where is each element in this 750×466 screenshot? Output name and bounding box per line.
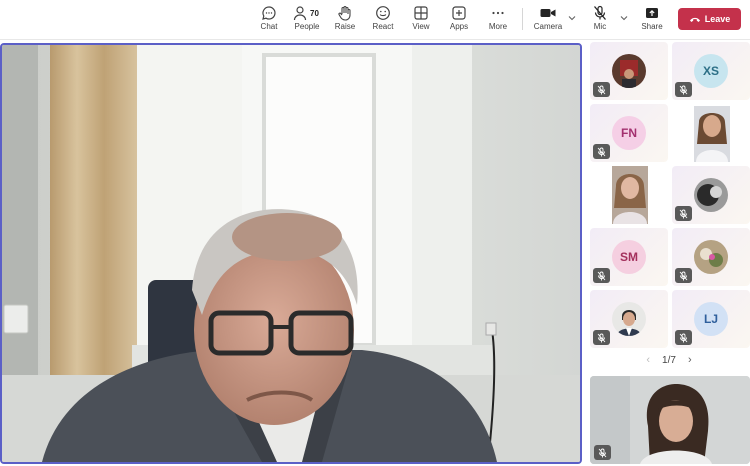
share-tray-icon: [646, 8, 658, 18]
participant-tile[interactable]: [672, 228, 750, 286]
participant-avatar-photo: [612, 302, 646, 336]
participant-tile[interactable]: LJ: [672, 290, 750, 348]
react-button[interactable]: React: [365, 4, 401, 36]
more-button[interactable]: More: [480, 4, 516, 36]
hand-icon: [338, 5, 351, 21]
participant-video: [612, 166, 648, 224]
participant-mic-muted-icon: [593, 330, 610, 345]
next-page-chevron-icon[interactable]: ›: [688, 354, 692, 366]
self-video-frame: [590, 376, 750, 464]
mic-label: Mic: [593, 22, 607, 31]
leave-label: Leave: [704, 14, 731, 24]
people-icon: [293, 6, 307, 21]
participant-mic-muted-icon: [675, 330, 692, 345]
grid-icon: [414, 6, 428, 20]
self-mic-muted-icon: [594, 445, 611, 460]
mic-muted-icon: [594, 5, 606, 20]
participant-mic-muted-icon: [593, 82, 610, 97]
toolbar-divider: [522, 8, 523, 30]
plus-square-icon: [452, 6, 466, 20]
share-button[interactable]: Share: [634, 4, 670, 36]
share-label: Share: [641, 22, 663, 31]
participant-tile[interactable]: SM: [590, 228, 668, 286]
view-label: View: [412, 22, 430, 31]
participant-avatar-photo: [612, 54, 646, 88]
participant-tile[interactable]: [590, 290, 668, 348]
camera-options-chevron-icon[interactable]: [568, 14, 576, 22]
gallery-pager: ‹ 1/7 ›: [588, 352, 750, 368]
mic-options-chevron-icon[interactable]: [620, 14, 628, 22]
raise-label: Raise: [334, 22, 356, 31]
participant-avatar-photo: [694, 240, 728, 274]
self-view-video[interactable]: [590, 376, 750, 464]
mic-button[interactable]: Mic: [582, 4, 618, 36]
previous-page-chevron-icon[interactable]: ‹: [646, 354, 650, 366]
participant-initials-avatar: LJ: [694, 302, 728, 336]
react-label: React: [372, 22, 394, 31]
people-button[interactable]: 70 People: [289, 4, 325, 36]
participant-initials-avatar: XS: [694, 54, 728, 88]
participant-mic-muted-icon: [593, 144, 610, 159]
camera-label: Camera: [533, 22, 563, 31]
chat-button[interactable]: Chat: [251, 4, 287, 36]
chat-icon: [262, 6, 276, 20]
participant-mic-muted-icon: [675, 268, 692, 283]
camera-button[interactable]: Camera: [530, 4, 566, 36]
participant-video: [694, 106, 730, 162]
participant-initials-avatar: FN: [612, 116, 646, 150]
participant-tile[interactable]: XS: [672, 42, 750, 100]
chat-label: Chat: [260, 22, 278, 31]
more-label: More: [488, 22, 508, 31]
meeting-toolbar: Chat 70 People Raise React View Apps Mor…: [0, 0, 750, 40]
people-label: People: [294, 22, 320, 31]
main-speaker-video[interactable]: [0, 43, 582, 464]
participant-tile[interactable]: [590, 42, 668, 100]
participant-gallery: XS FN SM LJ: [588, 42, 750, 372]
phone-hangup-icon: [689, 17, 700, 22]
participant-avatar-photo: [694, 178, 728, 212]
video-camera-icon: [540, 9, 556, 17]
participant-tile[interactable]: FN: [590, 104, 668, 162]
leave-button[interactable]: Leave: [678, 8, 741, 30]
apps-button[interactable]: Apps: [441, 4, 477, 36]
participant-mic-muted-icon: [675, 206, 692, 221]
participant-initials-avatar: SM: [612, 240, 646, 274]
apps-label: Apps: [449, 22, 469, 31]
raise-hand-button[interactable]: Raise: [327, 4, 363, 36]
participant-tile[interactable]: [672, 104, 750, 162]
view-button[interactable]: View: [403, 4, 439, 36]
ellipsis-icon: [492, 11, 504, 15]
participant-tile[interactable]: [672, 166, 750, 224]
emoji-icon: [376, 6, 390, 20]
participant-tile[interactable]: [590, 166, 668, 224]
speaker-video-frame: [2, 45, 580, 462]
people-count: 70: [310, 9, 319, 18]
page-indicator: 1/7: [662, 354, 676, 366]
participant-mic-muted-icon: [593, 268, 610, 283]
participant-mic-muted-icon: [675, 82, 692, 97]
